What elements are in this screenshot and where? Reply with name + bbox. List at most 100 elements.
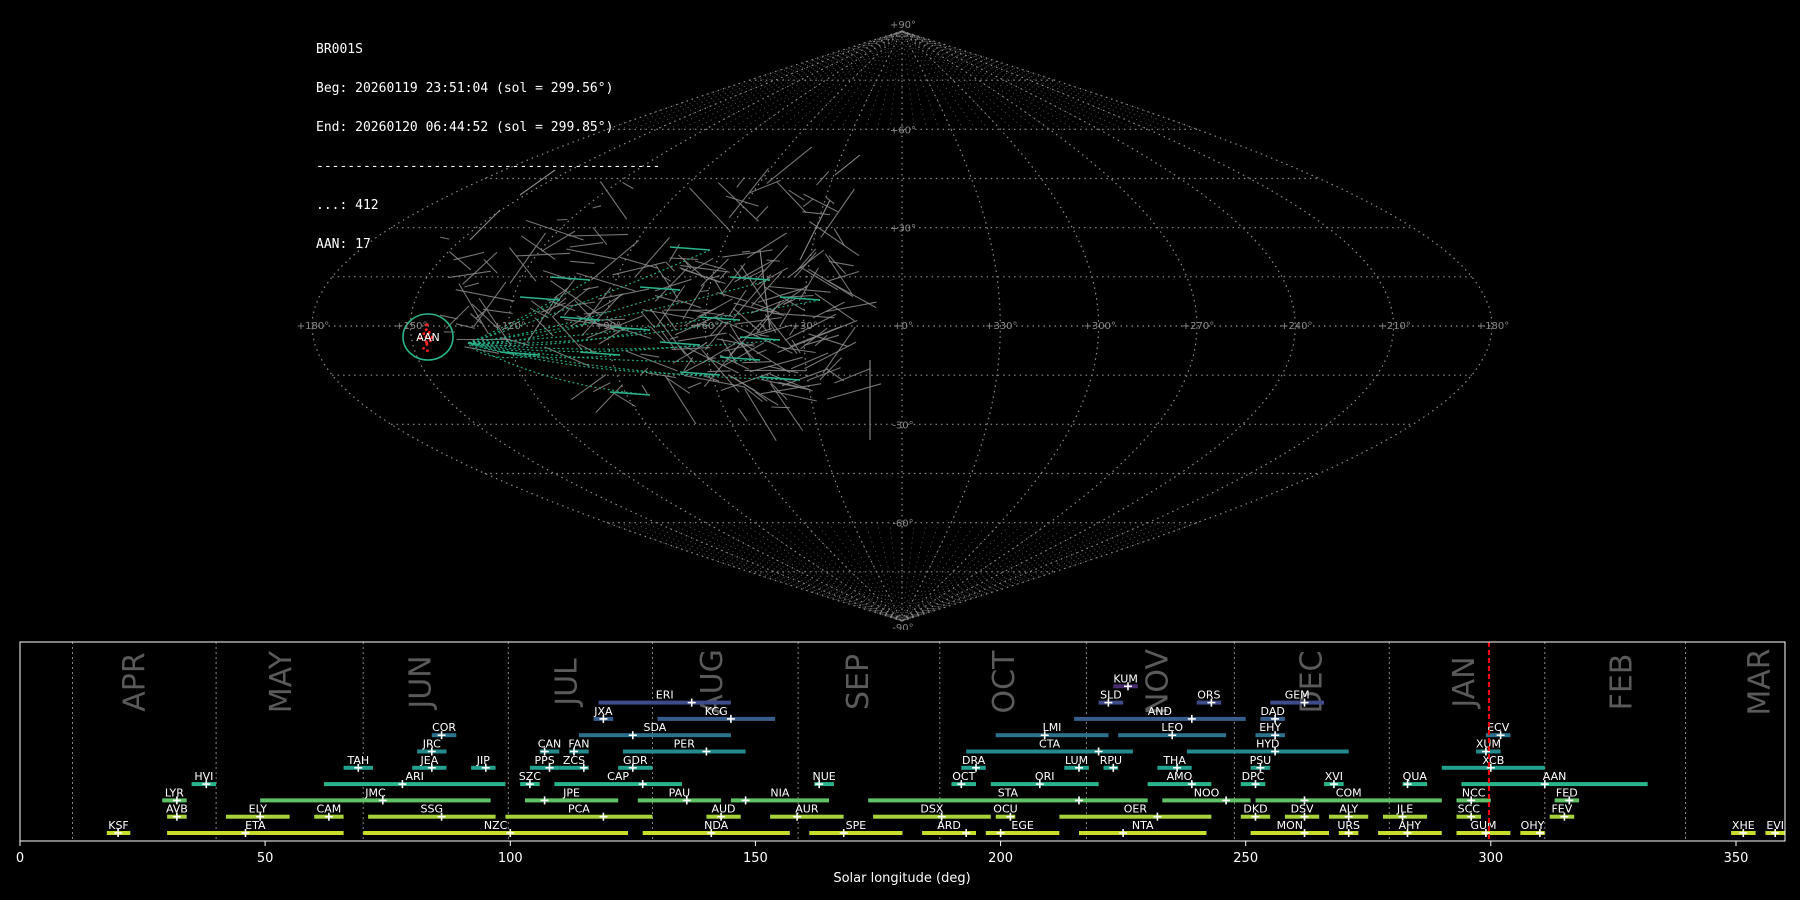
shower-label-jle: JLE: [1396, 803, 1413, 816]
shower-track: [467, 279, 591, 344]
shower-label-ely: ELY: [249, 803, 268, 816]
shower-bar-dkd: [1240, 814, 1271, 819]
month-label: SEP: [841, 654, 876, 710]
sporadic-track: [826, 279, 877, 309]
radiant-point: [426, 349, 429, 353]
shower-label-aur: AUR: [795, 803, 819, 816]
month-label: APR: [118, 652, 153, 711]
meteor-tracks: [439, 146, 882, 441]
latitude-label: -60°: [892, 519, 913, 530]
sporadic-track: [464, 282, 480, 288]
sporadic-track: [770, 390, 817, 402]
shower-bar-ori: [990, 782, 1099, 787]
shower-label-lum: LUM: [1065, 754, 1088, 767]
pole-meridian: [901, 522, 1124, 622]
shower-bar-cam: [314, 814, 344, 819]
shower-bar-jmc: [260, 798, 491, 803]
shower-bar-gum: [1456, 831, 1511, 835]
shower-label-xvi: XVI: [1325, 770, 1343, 783]
shower-label-can: CAN: [538, 738, 561, 751]
sporadic-track: [641, 384, 648, 395]
sporadic-track: [788, 189, 805, 201]
latitude-label: +60°: [890, 125, 916, 136]
shower-label-dsv: DSV: [1291, 803, 1314, 816]
shower-bar-szc: [520, 782, 540, 787]
sky-labels: +180° +150° +120° +90° +60° +30° +0° +330° +300°…: [297, 20, 1509, 630]
latitude-label: +30°: [890, 224, 916, 235]
sporadic-track: [689, 187, 731, 231]
shower-bar-qua: [1402, 782, 1428, 787]
month-label: MAY: [264, 650, 299, 713]
sporadic-track: [540, 302, 566, 313]
sporadic-track: [655, 285, 686, 328]
shower-label-dra: DRA: [962, 754, 986, 767]
shower-bar-fan: [569, 749, 589, 754]
sporadic-track: [592, 226, 608, 246]
shower-bar-tah: [343, 765, 373, 770]
shower-label-noo: NOO: [1194, 786, 1220, 799]
sporadic-track: [665, 261, 675, 272]
shower-bar-aur: [770, 814, 844, 819]
shower-bar-sld: [1098, 700, 1124, 705]
longitude-label: +0°: [893, 321, 913, 332]
sporadic-track: [677, 332, 727, 342]
month-labels: APR MAY JUN JUL AUG SEP OCT NOV DEC JAN FEB MAR: [118, 648, 1778, 715]
shower-label-ege: EGE: [1011, 819, 1033, 832]
pole-meridian: [778, 522, 903, 622]
sporadic-track: [650, 327, 666, 343]
sporadic-track: [795, 248, 817, 273]
shower-label-oct: OCT: [952, 770, 975, 783]
shower-label-gem: GEM: [1285, 689, 1310, 702]
sporadic-track: [676, 299, 702, 309]
sporadic-track: [544, 346, 590, 367]
sporadic-track: [716, 291, 748, 302]
pole-meridian: [754, 522, 903, 622]
shower-bar-can: [539, 749, 560, 754]
sporadic-track: [622, 182, 634, 190]
longitude-label: +180°: [1477, 321, 1509, 332]
sporadic-track: [777, 337, 815, 354]
shower-bar-ocu: [995, 814, 1016, 819]
pole-meridian: [901, 522, 1001, 622]
shower-bar-oct: [951, 782, 976, 787]
x-tick-label: 250: [1233, 851, 1258, 866]
shower-label-cap: CAP: [607, 770, 629, 783]
shower-bar-lyr: [162, 798, 187, 803]
shower-bar-hyd: [1186, 749, 1349, 754]
shower-label-tha: THA: [1162, 754, 1186, 767]
x-axis-label: Solar longitude (deg): [833, 871, 970, 886]
sporadic-track: [455, 289, 515, 302]
shower-label-scc: SCC: [1458, 803, 1481, 816]
pole-meridian: [680, 522, 903, 622]
shower-label-nda: NDA: [704, 819, 729, 832]
shower-label-dpc: DPC: [1242, 770, 1265, 783]
shower-bar-kcg: [657, 716, 776, 721]
shower-label-lmi: LMI: [1043, 721, 1062, 734]
longitude-label: +240°: [1280, 321, 1312, 332]
sporadic-track: [756, 349, 767, 355]
month-label: AUG: [695, 649, 730, 715]
sporadic-track: [700, 289, 709, 293]
shower-bar-ssg: [368, 814, 496, 819]
sporadic-track: [776, 181, 807, 213]
pole-meridian: [791, 30, 903, 130]
shower-label-zcs: ZCS: [563, 754, 585, 767]
pole-meridian: [705, 522, 903, 622]
shower-bar-ncc: [1456, 798, 1491, 803]
month-label: MAR: [1743, 648, 1778, 715]
sporadic-track: [570, 374, 607, 401]
longitude-label: +270°: [1182, 321, 1214, 332]
shower-bar-dsx: [873, 814, 991, 819]
month-separators: [72, 642, 1686, 841]
shower-label-cam: CAM: [317, 803, 342, 816]
shower-label-jmc: JMC: [364, 786, 386, 799]
shower-bar-hvi: [191, 782, 217, 787]
month-label: JUN: [404, 655, 439, 710]
shower-bar-jip: [471, 765, 496, 770]
shower-label-hvi: HVI: [194, 770, 213, 783]
pole-meridian: [901, 522, 1087, 622]
shower-bar-dad: [1260, 716, 1285, 721]
sporadic-track: [664, 374, 697, 425]
shower-bar-ecv: [1485, 733, 1511, 738]
shower-label-tah: TAH: [346, 754, 369, 767]
